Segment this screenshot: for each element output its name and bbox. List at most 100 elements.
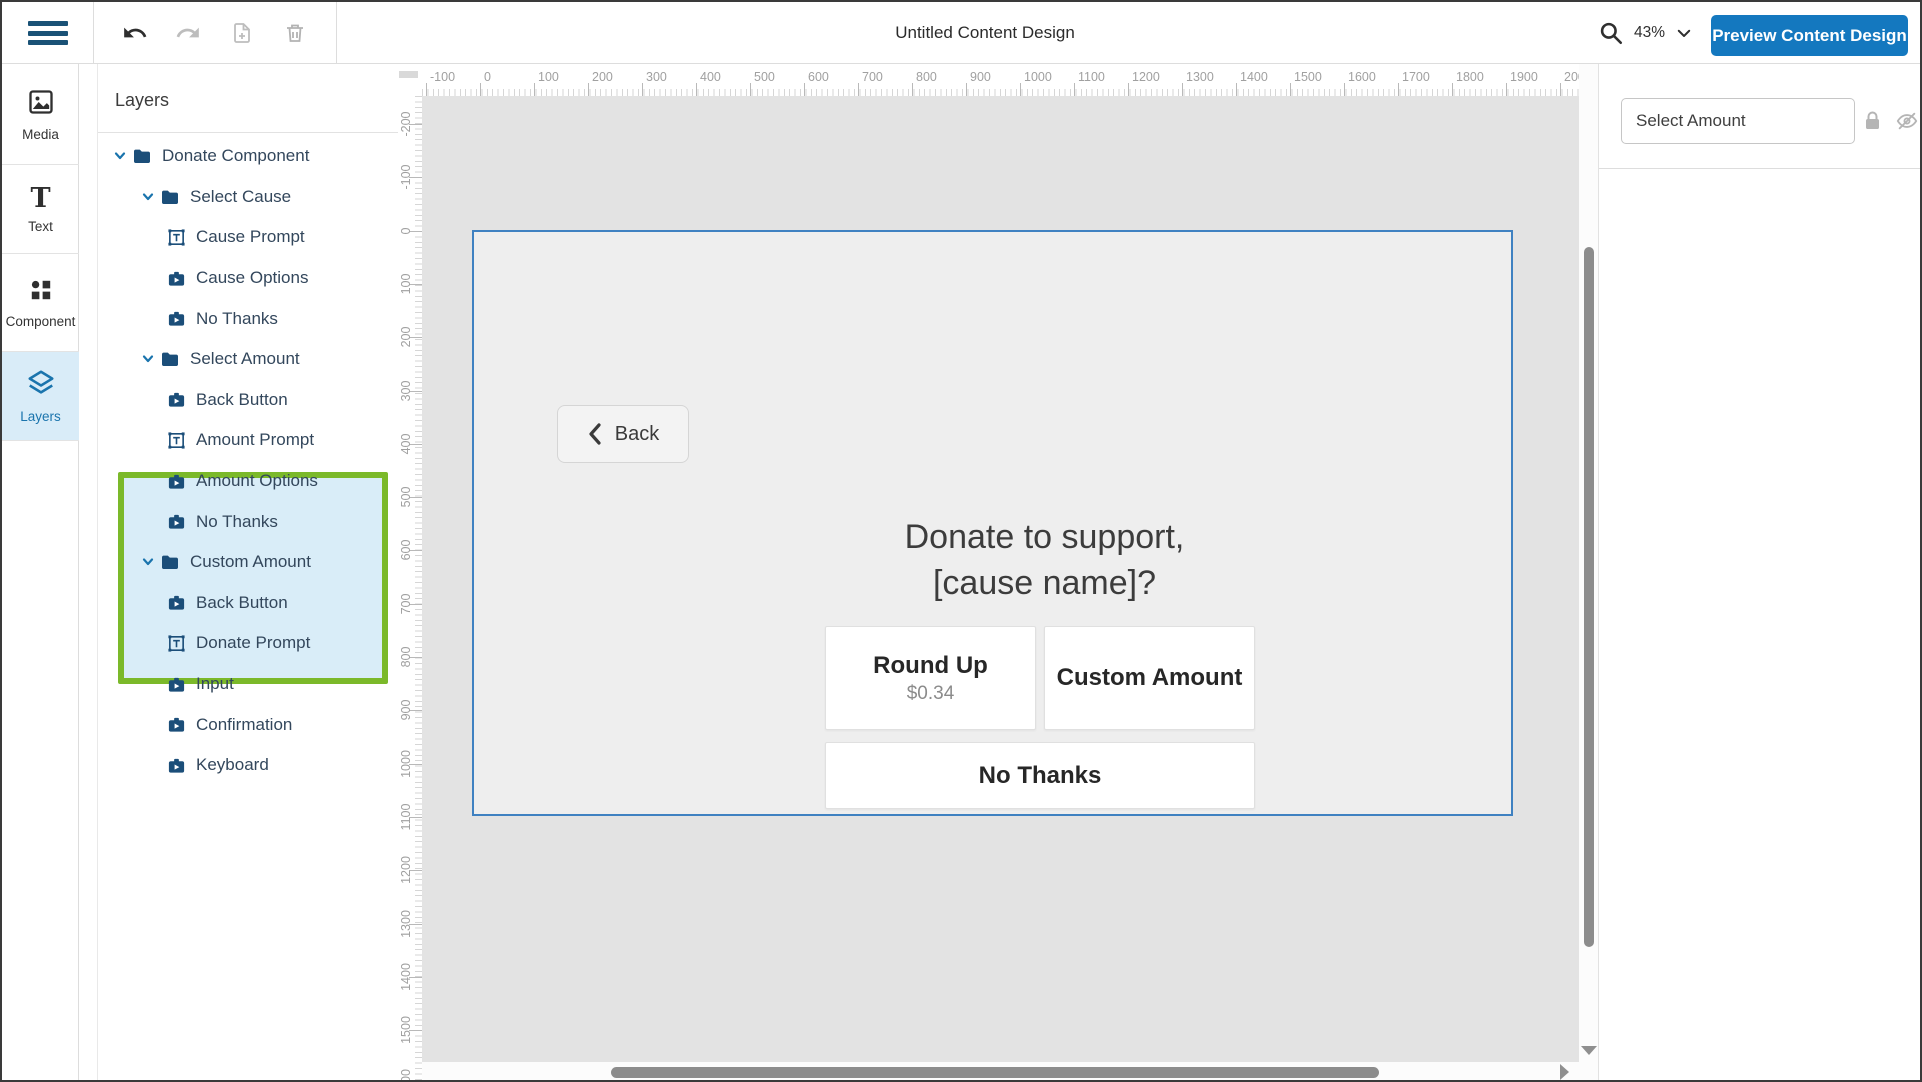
layer-row-cause-options[interactable]: Cause Options bbox=[2, 258, 398, 299]
round-up-option-card[interactable]: Round Up $0.34 bbox=[825, 626, 1036, 730]
no-thanks-option-card[interactable]: No Thanks bbox=[825, 742, 1255, 809]
document-title: Untitled Content Design bbox=[895, 2, 1075, 64]
layer-row-custom-amount[interactable]: Custom Amount bbox=[2, 542, 398, 583]
layer-row-keyboard[interactable]: Keyboard bbox=[2, 745, 398, 786]
ruler-label: -200 bbox=[399, 111, 413, 136]
new-page-button[interactable] bbox=[225, 16, 259, 50]
ruler-label: -100 bbox=[430, 70, 455, 84]
ruler-label: 0 bbox=[399, 227, 413, 234]
artboard[interactable]: Back Donate to support, [cause name]? Ro… bbox=[472, 230, 1513, 816]
layer-row-back-button[interactable]: Back Button bbox=[2, 380, 398, 421]
ruler-major-tick bbox=[1290, 83, 1291, 96]
layer-row-no-thanks[interactable]: No Thanks bbox=[2, 298, 398, 339]
custom-amount-option-card[interactable]: Custom Amount bbox=[1044, 626, 1255, 730]
ruler-major-tick bbox=[696, 83, 697, 96]
layer-label: Donate Prompt bbox=[196, 633, 310, 653]
ruler-major-tick bbox=[1506, 83, 1507, 96]
layer-label: Input bbox=[196, 674, 234, 694]
redo-button[interactable] bbox=[171, 16, 205, 50]
folder-layer-icon bbox=[160, 552, 180, 572]
chevron-down-icon[interactable] bbox=[142, 191, 154, 203]
ruler-label: 500 bbox=[754, 70, 775, 84]
zoom-control[interactable]: 43% bbox=[1598, 2, 1693, 64]
lock-layer-button[interactable] bbox=[1861, 110, 1883, 132]
layer-row-confirmation[interactable]: Confirmation bbox=[2, 704, 398, 745]
vertical-scrollbar-thumb[interactable] bbox=[1584, 247, 1594, 947]
ruler-label: 1300 bbox=[1186, 70, 1214, 84]
ruler-label: 1000 bbox=[1024, 70, 1052, 84]
ruler-label: 700 bbox=[862, 70, 883, 84]
ruler-label: 1500 bbox=[399, 1016, 413, 1044]
ruler-label: 1500 bbox=[1294, 70, 1322, 84]
ruler-label: 100 bbox=[538, 70, 559, 84]
layer-label: Cause Prompt bbox=[196, 227, 305, 247]
layer-row-back-button[interactable]: Back Button bbox=[2, 583, 398, 624]
option-subtitle: $0.34 bbox=[907, 683, 955, 705]
undo-button[interactable] bbox=[118, 16, 152, 50]
ruler-major-tick bbox=[642, 83, 643, 96]
button-layer-icon bbox=[166, 593, 186, 613]
layer-row-amount-prompt[interactable]: Amount Prompt bbox=[2, 420, 398, 461]
main-menu-button[interactable] bbox=[2, 2, 94, 64]
lock-icon bbox=[1863, 110, 1882, 132]
ruler-label: 0 bbox=[484, 70, 491, 84]
layers-panel-title: Layers bbox=[115, 90, 169, 111]
back-button-label: Back bbox=[615, 423, 659, 446]
layer-row-select-cause[interactable]: Select Cause bbox=[2, 177, 398, 218]
layer-label: Custom Amount bbox=[190, 552, 311, 572]
ruler-label: 1300 bbox=[399, 910, 413, 938]
scroll-down-arrow[interactable] bbox=[1581, 1046, 1597, 1055]
ruler-label: 1600 bbox=[399, 1069, 413, 1082]
horizontal-ruler: -100010020030040050060070080090010001100… bbox=[422, 64, 1579, 96]
chevron-down-icon[interactable] bbox=[114, 150, 126, 162]
layer-name-input[interactable] bbox=[1621, 98, 1855, 144]
folder-layer-icon bbox=[132, 146, 152, 166]
design-canvas[interactable]: Back Donate to support, [cause name]? Ro… bbox=[422, 96, 1579, 1062]
ruler-major-tick bbox=[1398, 83, 1399, 96]
donation-prompt-text[interactable]: Donate to support, [cause name]? bbox=[524, 514, 1565, 606]
scroll-right-arrow[interactable] bbox=[1560, 1064, 1569, 1080]
ruler-label: 600 bbox=[808, 70, 829, 84]
ruler-label: 1100 bbox=[399, 803, 413, 830]
inspector-panel bbox=[1598, 64, 1922, 1082]
ruler-label: 600 bbox=[399, 540, 413, 561]
layer-row-no-thanks[interactable]: No Thanks bbox=[2, 501, 398, 542]
chevron-down-icon[interactable] bbox=[142, 353, 154, 365]
option-title: Round Up bbox=[873, 652, 988, 680]
ruler-major-tick bbox=[1452, 83, 1453, 96]
chevron-down-icon[interactable] bbox=[142, 556, 154, 568]
trash-icon bbox=[283, 21, 307, 45]
edit-toolbar bbox=[94, 2, 337, 64]
ruler-label: 1600 bbox=[1348, 70, 1376, 84]
ruler-major-tick bbox=[912, 83, 913, 96]
layer-label: Select Cause bbox=[190, 187, 291, 207]
zoom-magnifier-icon bbox=[1598, 20, 1624, 46]
ruler-major-tick bbox=[1344, 83, 1345, 96]
layer-label: Select Amount bbox=[190, 349, 300, 369]
button-layer-icon bbox=[166, 674, 186, 694]
button-layer-icon bbox=[166, 512, 186, 532]
ruler-label: 1200 bbox=[1132, 70, 1160, 84]
back-chevron-icon bbox=[587, 422, 603, 446]
ruler-major-tick bbox=[1182, 83, 1183, 96]
ruler-label: 400 bbox=[700, 70, 721, 84]
layer-row-donate-prompt[interactable]: Donate Prompt bbox=[2, 623, 398, 664]
horizontal-scrollbar-thumb[interactable] bbox=[611, 1067, 1379, 1078]
layer-label: Keyboard bbox=[196, 755, 269, 775]
layer-row-input[interactable]: Input bbox=[2, 664, 398, 705]
layer-row-select-amount[interactable]: Select Amount bbox=[2, 339, 398, 380]
layer-row-cause-prompt[interactable]: Cause Prompt bbox=[2, 217, 398, 258]
layer-label: Confirmation bbox=[196, 715, 292, 735]
ruler-label: 500 bbox=[399, 487, 413, 508]
preview-content-design-button[interactable]: Preview Content Design bbox=[1711, 15, 1908, 56]
ruler-label: 1700 bbox=[1402, 70, 1430, 84]
undo-icon bbox=[122, 20, 148, 46]
delete-button[interactable] bbox=[278, 16, 312, 50]
layer-row-donate-component[interactable]: Donate Component bbox=[2, 136, 398, 177]
ruler-label: 900 bbox=[970, 70, 991, 84]
canvas-back-button[interactable]: Back bbox=[557, 405, 689, 463]
layer-row-amount-options[interactable]: Amount Options bbox=[2, 461, 398, 502]
zoom-chevron-down-icon[interactable] bbox=[1675, 24, 1693, 42]
hide-layer-button[interactable] bbox=[1896, 110, 1918, 132]
zoom-level-value[interactable]: 43% bbox=[1634, 24, 1665, 42]
